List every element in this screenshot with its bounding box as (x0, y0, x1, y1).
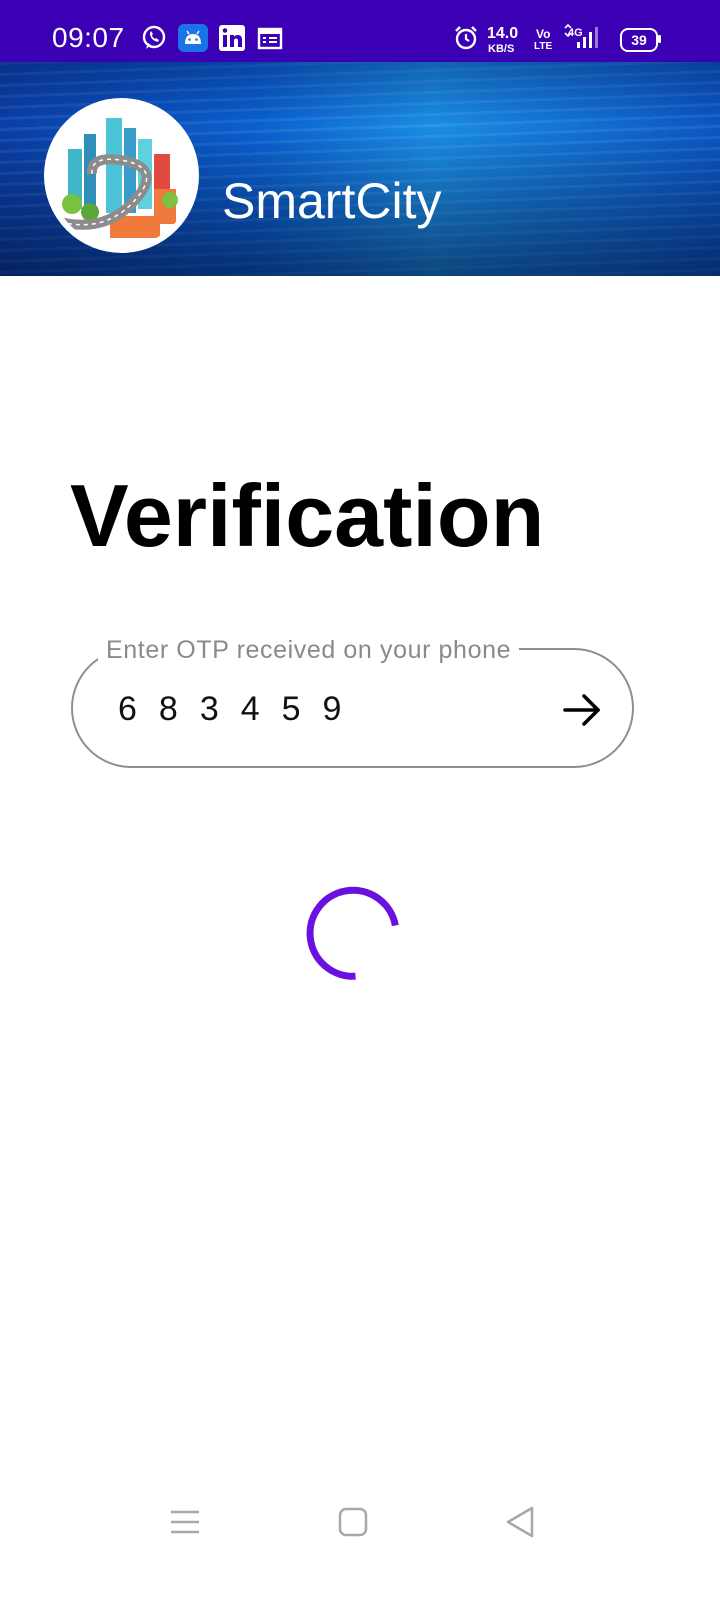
arrow-right-icon[interactable] (560, 688, 604, 732)
verification-screen: 09:07 14.0 KB/S Vo LTE 4G 39 SmartCity V… (0, 0, 720, 1600)
loading-spinner (306, 886, 400, 980)
net-speed-value: 14.0 (487, 25, 519, 42)
home-icon[interactable] (333, 1502, 373, 1542)
net-speed-unit: KB/S (488, 43, 515, 55)
whatsapp-icon (140, 24, 168, 52)
app-header: SmartCity (0, 62, 720, 276)
linkedin-icon (218, 24, 246, 52)
android-icon (178, 24, 208, 52)
status-time: 09:07 (52, 22, 125, 53)
otp-input-value[interactable]: 683459 (118, 690, 363, 729)
page-title: Verification (70, 466, 545, 565)
battery-icon: 39 (620, 28, 658, 52)
menu-icon[interactable] (165, 1502, 205, 1542)
calendar-icon (256, 24, 284, 52)
volte-top: Vo (536, 27, 551, 41)
battery-tip (658, 35, 661, 43)
app-title: SmartCity (222, 173, 442, 229)
back-icon[interactable] (500, 1502, 540, 1542)
status-bar: 09:07 14.0 KB/S Vo LTE 4G 39 (0, 0, 720, 62)
volte-bottom: LTE (534, 41, 553, 52)
alarm-icon (452, 24, 480, 52)
city-logo (44, 98, 199, 253)
otp-input-label: Enter OTP received on your phone (98, 636, 520, 665)
signal-icon (563, 23, 603, 52)
